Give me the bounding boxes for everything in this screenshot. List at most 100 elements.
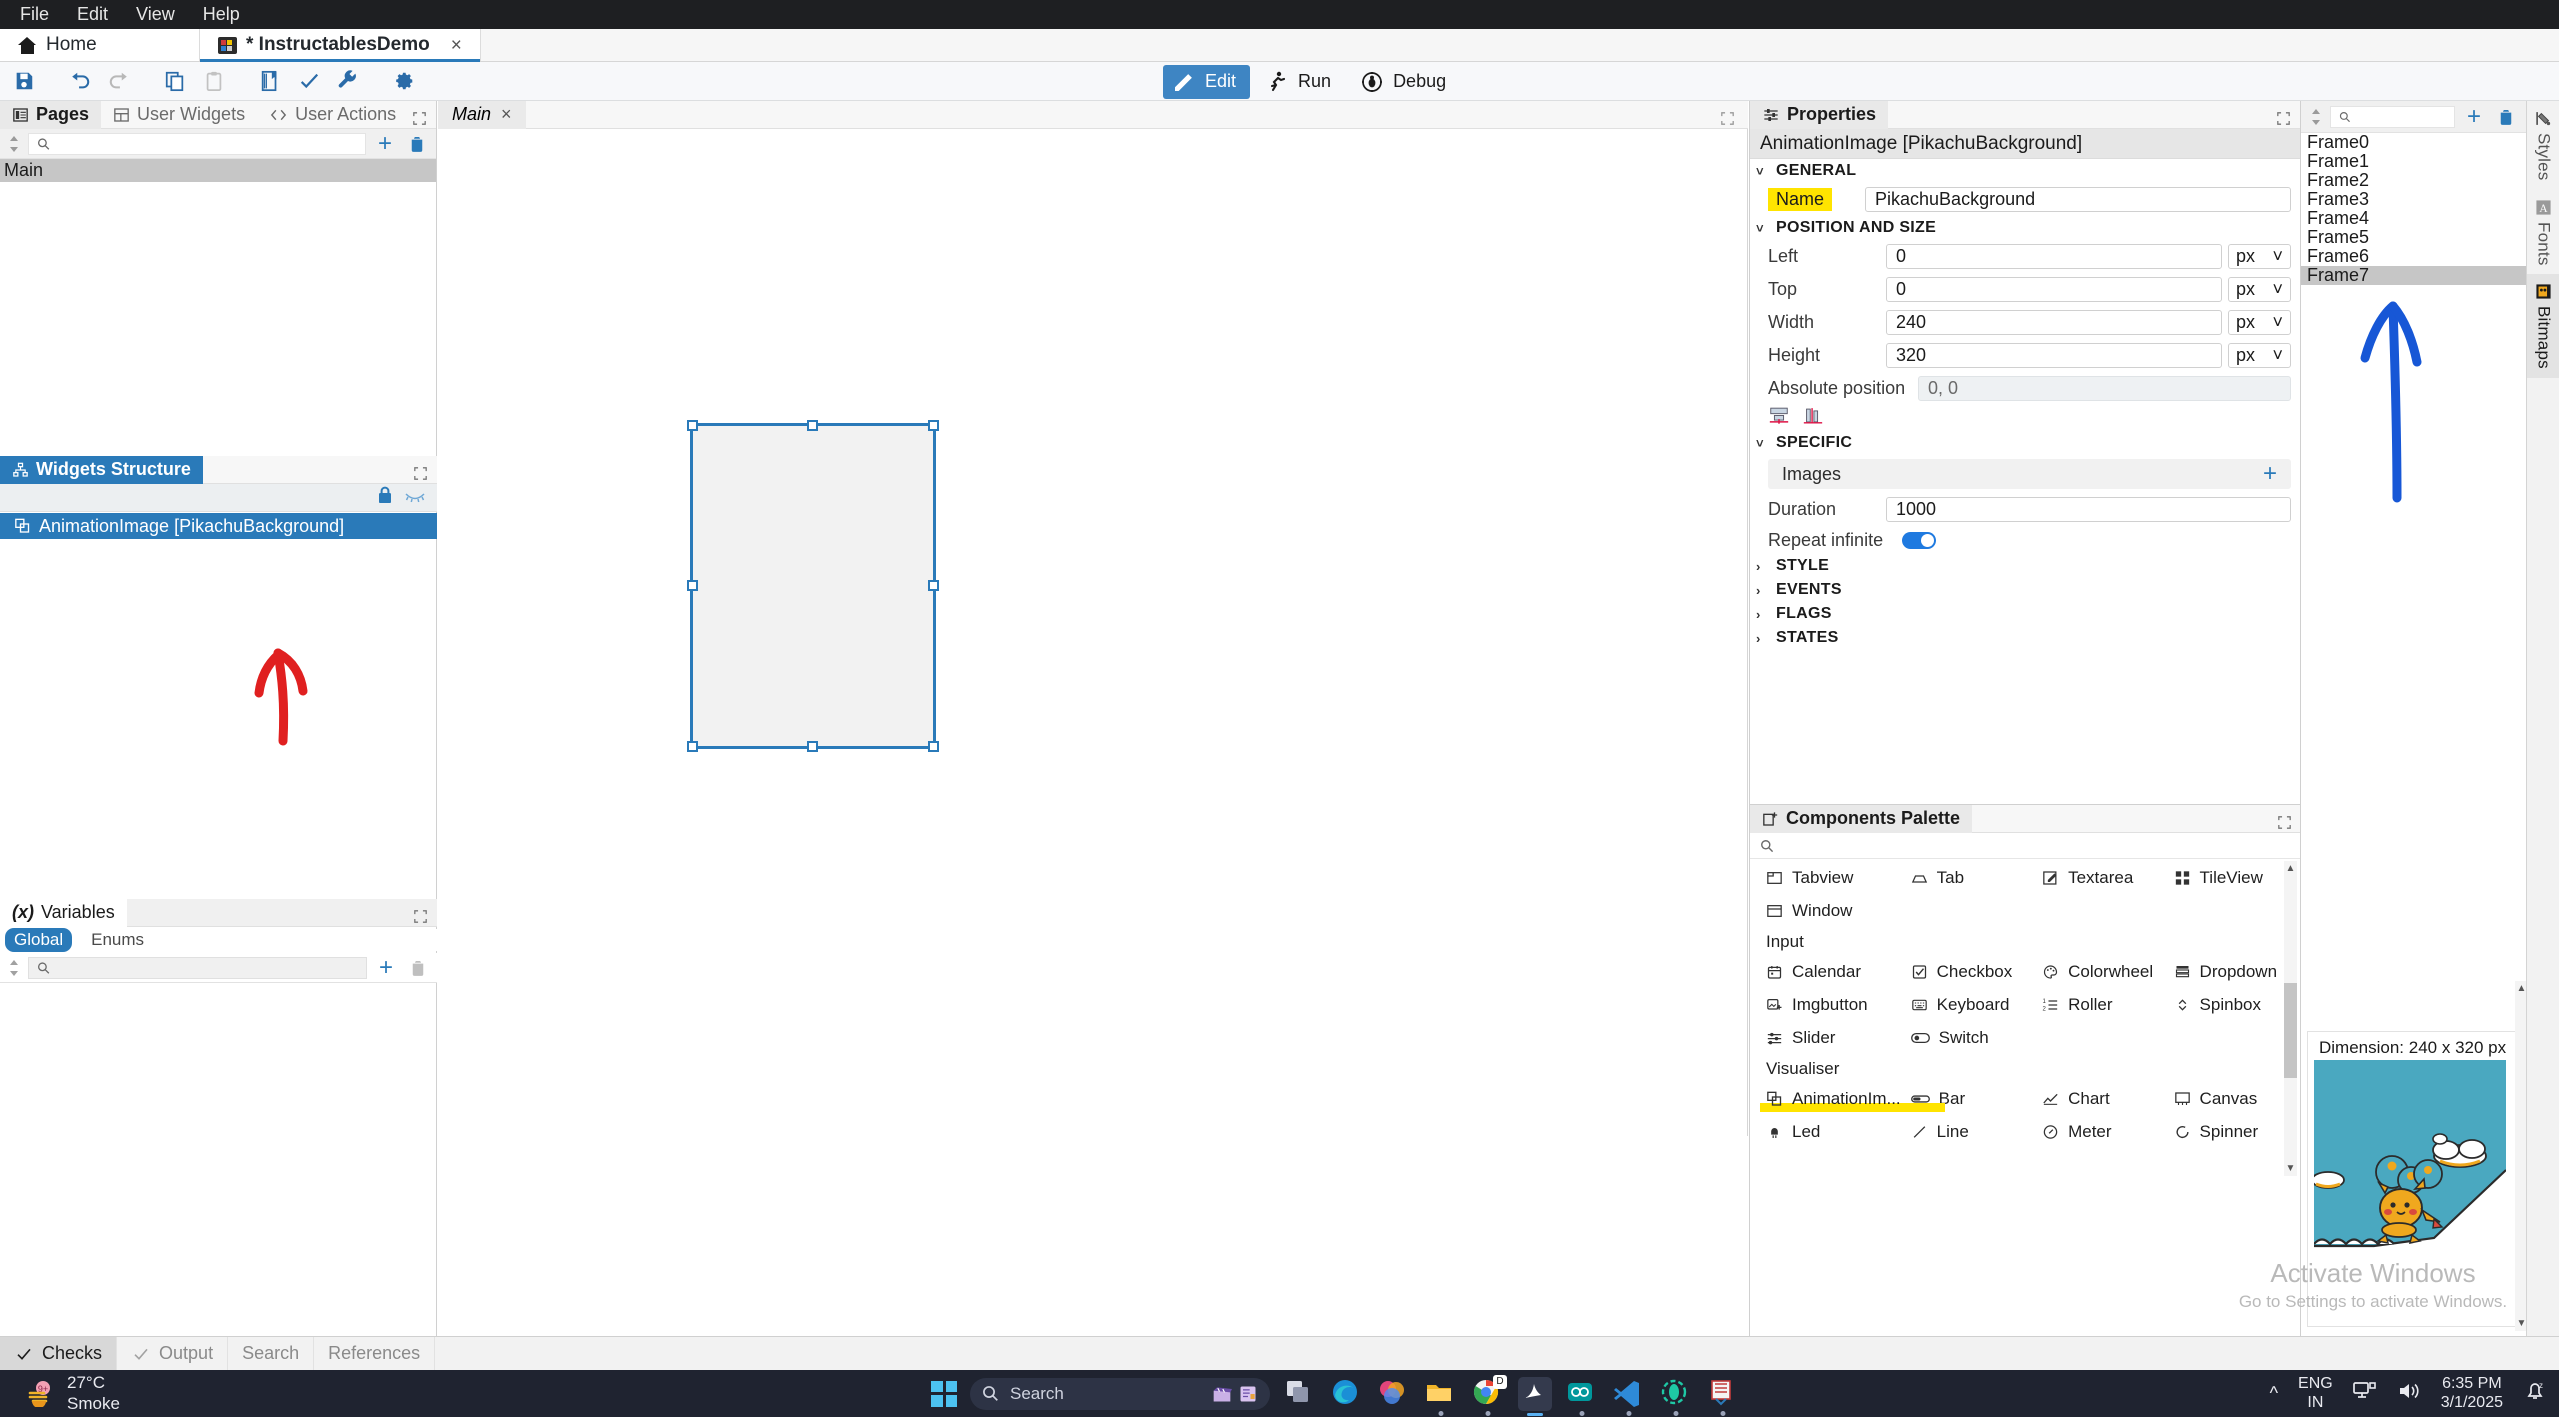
run-mode-button[interactable]: Run bbox=[1256, 65, 1345, 99]
language-indicator[interactable]: ENG IN bbox=[2298, 1375, 2333, 1413]
sort-icon[interactable] bbox=[6, 134, 22, 154]
height-unit-select[interactable]: px ˅ bbox=[2228, 343, 2291, 368]
frame-item-5[interactable]: Frame5 bbox=[2301, 227, 2526, 247]
scrollbar-thumb[interactable] bbox=[2284, 983, 2297, 1078]
show-hidden-icons-chevron-up-icon[interactable]: ^ bbox=[2270, 1383, 2278, 1404]
palette-item-roller[interactable]: 12 Roller bbox=[2032, 988, 2163, 1021]
hide-icon[interactable] bbox=[405, 487, 425, 509]
add-variable-button[interactable]: + bbox=[373, 955, 399, 980]
resize-handle-n[interactable] bbox=[807, 420, 818, 431]
frame-item-3[interactable]: Frame3 bbox=[2301, 189, 2526, 209]
paste-icon[interactable] bbox=[196, 64, 232, 98]
palette-item-switch[interactable]: Switch bbox=[1901, 1021, 2032, 1054]
pages-search-input[interactable] bbox=[28, 132, 366, 155]
menu-item-edit[interactable]: Edit bbox=[63, 2, 122, 27]
squareline-icon[interactable] bbox=[1518, 1376, 1552, 1416]
section-flags[interactable]: › FLAGS bbox=[1750, 602, 2300, 626]
delete-bitmap-button[interactable] bbox=[2493, 105, 2519, 129]
vtab-styles[interactable]: Styles bbox=[2527, 101, 2559, 190]
wrench-icon[interactable] bbox=[330, 64, 366, 98]
tab-components-palette[interactable]: Components Palette bbox=[1750, 804, 1973, 833]
palette-scrollbar[interactable]: ▲ ▼ bbox=[2284, 861, 2297, 1176]
clock[interactable]: 6:35 PM 3/1/2025 bbox=[2441, 1375, 2503, 1413]
windows-start-icon[interactable] bbox=[931, 1380, 957, 1407]
palette-item-chart[interactable]: Chart bbox=[2032, 1082, 2163, 1115]
palette-item-tileview[interactable]: TileView bbox=[2164, 861, 2295, 894]
palette-item-keyboard[interactable]: Keyboard bbox=[1901, 988, 2032, 1021]
lock-icon[interactable] bbox=[377, 486, 393, 510]
tab-widgets-structure[interactable]: Widgets Structure bbox=[0, 455, 203, 484]
chip-global[interactable]: Global bbox=[5, 928, 73, 952]
left-input[interactable]: 0 bbox=[1886, 244, 2222, 269]
palette-item-led[interactable]: Led bbox=[1756, 1115, 1901, 1148]
resize-handle-s[interactable] bbox=[807, 741, 818, 752]
frame-item-4[interactable]: Frame4 bbox=[2301, 208, 2526, 228]
pages-search-field[interactable] bbox=[57, 133, 365, 154]
expand-icon[interactable] bbox=[2278, 813, 2291, 835]
snipping-tool-icon[interactable] bbox=[1706, 1377, 1740, 1416]
frame-item-7[interactable]: Frame7 bbox=[2301, 265, 2526, 285]
section-general[interactable]: ˅ GENERAL bbox=[1750, 159, 2300, 183]
check-icon[interactable] bbox=[291, 64, 327, 98]
section-position-and-size[interactable]: ˅ POSITION AND SIZE bbox=[1750, 216, 2300, 240]
palette-item-slider[interactable]: Slider bbox=[1756, 1021, 1901, 1054]
palette-item-canvas[interactable]: Canvas bbox=[2164, 1082, 2295, 1115]
tab-user-actions[interactable]: User Actions bbox=[257, 101, 408, 129]
close-icon[interactable]: × bbox=[451, 36, 462, 55]
palette-item-line[interactable]: Line bbox=[1901, 1115, 2032, 1148]
top-input[interactable]: 0 bbox=[1886, 277, 2222, 302]
undo-icon[interactable] bbox=[62, 64, 98, 98]
expand-icon[interactable] bbox=[414, 907, 427, 929]
add-image-button[interactable]: + bbox=[2263, 462, 2277, 486]
add-bitmap-button[interactable]: + bbox=[2461, 104, 2487, 129]
palette-item-tab[interactable]: Tab bbox=[1901, 861, 2032, 894]
task-view-icon[interactable] bbox=[1283, 1377, 1317, 1411]
frame-item-6[interactable]: Frame6 bbox=[2301, 246, 2526, 266]
taskbar-weather-widget[interactable]: 9+ 27°C Smoke bbox=[0, 1373, 120, 1414]
palette-search-field[interactable] bbox=[1782, 836, 2301, 855]
section-states[interactable]: › STATES bbox=[1750, 626, 2300, 650]
tab-pages[interactable]: Pages bbox=[0, 100, 102, 129]
taskbar-search-box[interactable]: Search bbox=[970, 1377, 1270, 1410]
height-input[interactable]: 320 bbox=[1886, 343, 2222, 368]
scroll-up-icon[interactable]: ▲ bbox=[2284, 861, 2297, 876]
status-tab-checks[interactable]: Checks bbox=[0, 1336, 118, 1371]
tab-project[interactable]: * InstructablesDemo × bbox=[200, 29, 481, 62]
search-suggestions[interactable] bbox=[1212, 1384, 1258, 1404]
edge-icon[interactable] bbox=[1330, 1377, 1364, 1411]
resize-handle-e[interactable] bbox=[928, 580, 939, 591]
notifications-icon[interactable]: z bbox=[2523, 1379, 2547, 1408]
palette-search-row[interactable] bbox=[1750, 833, 2301, 859]
frame-item-0[interactable]: Frame0 bbox=[2301, 132, 2526, 152]
scroll-down-icon[interactable]: ▼ bbox=[2284, 1161, 2297, 1176]
app-icon-green[interactable] bbox=[1659, 1377, 1693, 1416]
tree-item-animationimage[interactable]: AnimationImage [PikachuBackground] bbox=[0, 513, 437, 539]
frame-item-1[interactable]: Frame1 bbox=[2301, 151, 2526, 171]
add-page-button[interactable]: + bbox=[372, 131, 398, 156]
tab-properties[interactable]: Properties bbox=[1750, 100, 1889, 129]
name-input[interactable]: PikachuBackground bbox=[1865, 187, 2291, 212]
copy-icon[interactable] bbox=[157, 64, 193, 98]
sort-icon[interactable] bbox=[2308, 107, 2324, 127]
resize-handle-nw[interactable] bbox=[687, 420, 698, 431]
design-canvas[interactable] bbox=[438, 129, 1748, 1136]
debug-mode-button[interactable]: Debug bbox=[1351, 65, 1460, 99]
status-tab-references[interactable]: References bbox=[314, 1336, 436, 1371]
variables-search-field[interactable] bbox=[57, 957, 366, 978]
expand-icon[interactable] bbox=[2277, 109, 2290, 131]
file-explorer-icon[interactable] bbox=[1424, 1377, 1458, 1416]
align-center-horizontal-icon[interactable] bbox=[1768, 406, 1790, 431]
sort-icon[interactable] bbox=[6, 958, 22, 978]
vtab-bitmaps[interactable]: Bitmaps bbox=[2527, 274, 2559, 378]
expand-icon[interactable] bbox=[413, 109, 426, 131]
palette-item-animationimage[interactable]: AnimationIm... bbox=[1756, 1082, 1945, 1115]
chip-enums[interactable]: Enums bbox=[82, 928, 153, 952]
menu-item-view[interactable]: View bbox=[122, 2, 189, 27]
export-icon[interactable] bbox=[252, 64, 288, 98]
canvas-tab-main[interactable]: Main × bbox=[438, 100, 526, 129]
palette-item-tabview[interactable]: Tabview bbox=[1756, 861, 1901, 894]
palette-item-meter[interactable]: Meter bbox=[2032, 1115, 2163, 1148]
artboard-pikachubackground[interactable] bbox=[687, 420, 939, 752]
palette-item-spinner[interactable]: Spinner bbox=[2164, 1115, 2295, 1148]
expand-icon[interactable] bbox=[414, 464, 427, 486]
